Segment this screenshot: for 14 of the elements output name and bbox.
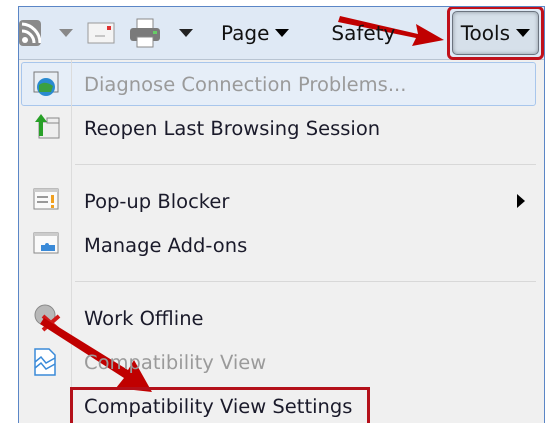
toolbar-menu-button[interactable]: Tools bbox=[452, 11, 539, 55]
caret-icon[interactable] bbox=[516, 29, 530, 37]
menu-item[interactable]: Manage Add-ons bbox=[21, 223, 536, 267]
printer-icon[interactable] bbox=[129, 18, 161, 48]
feed-icon[interactable] bbox=[19, 20, 41, 46]
caret-icon[interactable] bbox=[179, 29, 193, 37]
toolbar-menu-button[interactable]: Safety bbox=[322, 11, 404, 55]
globe-icon bbox=[33, 70, 61, 98]
toolbar-menu-button[interactable]: Page bbox=[212, 11, 298, 55]
menu-item[interactable]: Pop-up Blocker bbox=[21, 179, 536, 223]
mail-icon[interactable] bbox=[87, 22, 115, 44]
caret-icon[interactable] bbox=[275, 29, 290, 37]
menu-item[interactable]: Reopen Last Browsing Session bbox=[21, 106, 536, 150]
menu-item[interactable]: Compatibility View Settings bbox=[21, 384, 536, 423]
